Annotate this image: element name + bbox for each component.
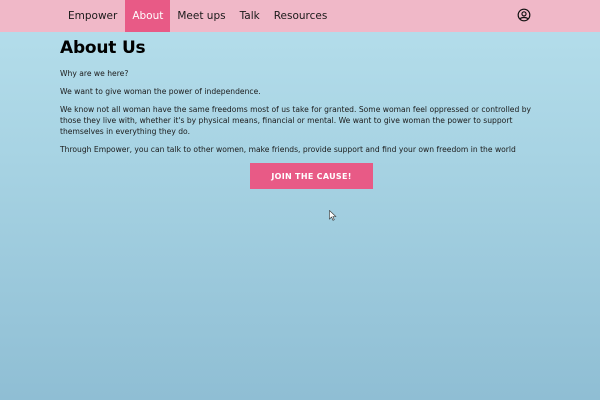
paragraph-why: Why are we here? (60, 69, 129, 78)
nav-list: Empower About Meet ups Talk Resources (60, 0, 334, 32)
paragraph-freedoms: We know not all woman have the same free… (60, 105, 532, 136)
nav-brand-empower[interactable]: Empower (60, 0, 125, 32)
top-navbar: Empower About Meet ups Talk Resources (0, 0, 600, 32)
paragraph-mission: We want to give woman the power of indep… (60, 87, 261, 96)
mouse-pointer-icon (329, 210, 337, 221)
about-content: About Us Why are we here? We want to giv… (60, 38, 540, 162)
join-the-cause-button[interactable]: JOIN THE CAUSE! (250, 163, 373, 189)
nav-item-resources[interactable]: Resources (267, 0, 335, 32)
nav-item-about[interactable]: About (125, 0, 171, 32)
nav-item-meet-ups[interactable]: Meet ups (170, 0, 232, 32)
nav-item-talk[interactable]: Talk (233, 0, 267, 32)
page-title: About Us (60, 38, 146, 58)
cta-container: JOIN THE CAUSE! (250, 163, 373, 189)
user-circle-icon[interactable] (517, 8, 531, 22)
paragraph-through-empower: Through Empower, you can talk to other w… (60, 145, 516, 154)
